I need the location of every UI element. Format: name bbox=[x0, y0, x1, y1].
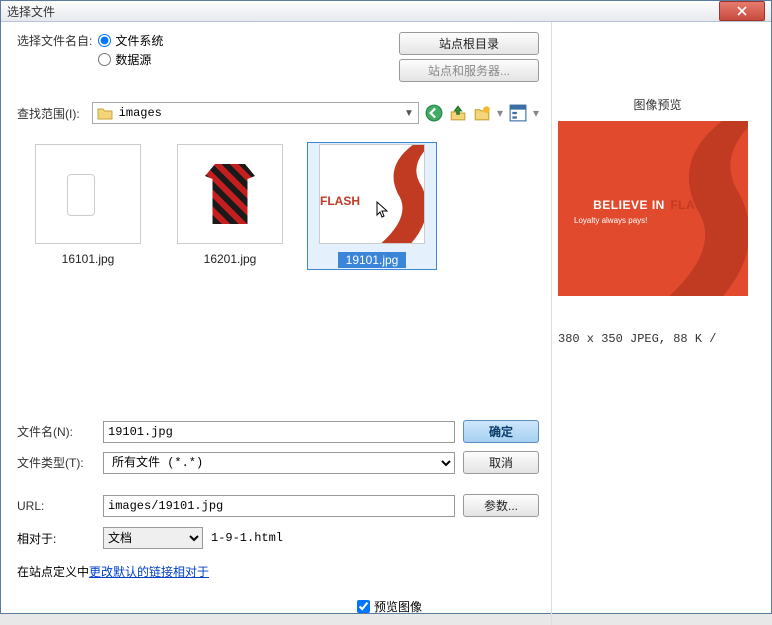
url-label: URL: bbox=[17, 499, 95, 513]
preview-image: BELIEVE IN FLASH Loyalty always pays! bbox=[558, 121, 748, 296]
sitedef-link[interactable]: 更改默认的链接相对于 bbox=[89, 565, 209, 579]
file-list[interactable]: 16101.jpg 16201.jpg BELIEVE IN FLASH 191… bbox=[17, 132, 539, 412]
thumb-image bbox=[177, 144, 283, 244]
sitedef-prefix: 在站点定义中 bbox=[17, 565, 89, 579]
thumb-caption: 16101.jpg bbox=[62, 252, 115, 266]
site-root-button[interactable]: 站点根目录 bbox=[399, 32, 539, 55]
look-in-value: images bbox=[119, 106, 162, 120]
radio-datasource-input[interactable] bbox=[98, 53, 111, 66]
look-in-combo[interactable]: images ▼ bbox=[92, 102, 419, 124]
url-input[interactable] bbox=[103, 495, 455, 517]
radio-filesystem-input[interactable] bbox=[98, 34, 111, 47]
filetype-label: 文件类型(T): bbox=[17, 454, 95, 471]
cancel-button[interactable]: 取消 bbox=[463, 451, 539, 474]
window-title: 选择文件 bbox=[7, 3, 55, 20]
radio-filesystem-label: 文件系统 bbox=[115, 32, 163, 49]
close-button[interactable] bbox=[719, 1, 765, 21]
relative-to-select[interactable]: 文档 bbox=[103, 527, 203, 549]
cursor-icon bbox=[376, 201, 390, 219]
filetype-select[interactable]: 所有文件 (*.*) bbox=[103, 452, 455, 474]
thumb-caption: 19101.jpg bbox=[338, 252, 407, 268]
params-button[interactable]: 参数... bbox=[463, 494, 539, 517]
file-thumb[interactable]: 16201.jpg bbox=[165, 142, 295, 268]
preview-checkbox-row[interactable]: 预览图像 bbox=[357, 598, 539, 615]
thumb-image: BELIEVE IN FLASH bbox=[319, 144, 425, 244]
preview-checkbox-label: 预览图像 bbox=[374, 598, 422, 615]
preview-info: 380 x 350 JPEG, 88 K / bbox=[558, 332, 757, 346]
ok-button[interactable]: 确定 bbox=[463, 420, 539, 443]
toolbar-sep2: ▾ bbox=[533, 106, 539, 120]
file-thumb-selected[interactable]: BELIEVE IN FLASH 19101.jpg bbox=[307, 142, 437, 270]
sites-servers-button[interactable]: 站点和服务器... bbox=[399, 59, 539, 82]
titlebar[interactable]: 选择文件 bbox=[1, 1, 771, 22]
look-in-label: 查找范围(I): bbox=[17, 105, 80, 122]
chevron-down-icon: ▼ bbox=[404, 108, 414, 119]
folder-icon bbox=[97, 106, 113, 120]
preview-title: 图像预览 bbox=[558, 96, 757, 113]
thumb-image bbox=[35, 144, 141, 244]
relative-to-label: 相对于: bbox=[17, 530, 95, 547]
thumb-caption: 16201.jpg bbox=[204, 252, 257, 266]
filename-label: 文件名(N): bbox=[17, 423, 95, 440]
file-select-dialog: 选择文件 选择文件名自: 文件系统 数据源 bbox=[0, 0, 772, 614]
new-folder-button[interactable] bbox=[473, 104, 491, 122]
view-menu-button[interactable] bbox=[509, 104, 527, 122]
radio-filesystem[interactable]: 文件系统 bbox=[98, 32, 163, 49]
toolbar-sep: ▾ bbox=[497, 106, 503, 120]
preview-checkbox[interactable] bbox=[357, 600, 370, 613]
up-folder-button[interactable] bbox=[449, 104, 467, 122]
filename-input[interactable] bbox=[103, 421, 455, 443]
back-button[interactable] bbox=[425, 104, 443, 122]
radio-datasource-label: 数据源 bbox=[115, 51, 151, 68]
relative-to-file: 1-9-1.html bbox=[211, 531, 283, 545]
radio-datasource[interactable]: 数据源 bbox=[98, 51, 163, 68]
close-icon bbox=[737, 6, 747, 16]
source-label: 选择文件名自: bbox=[17, 32, 92, 49]
file-thumb[interactable]: 16101.jpg bbox=[23, 142, 153, 268]
